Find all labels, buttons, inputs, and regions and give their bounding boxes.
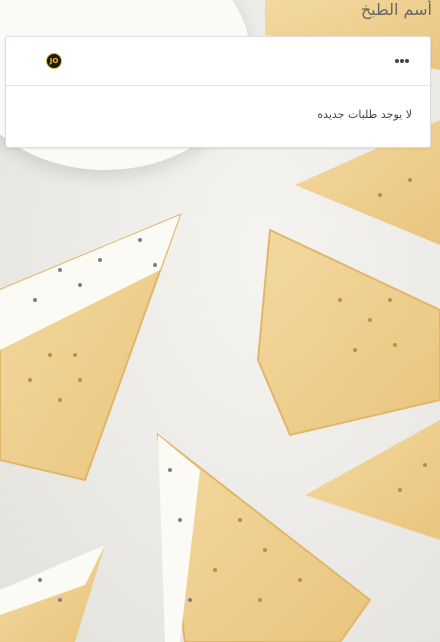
empty-orders-message: لا يوجد طلبات جديده [317,108,412,121]
card-header: JO [6,37,430,86]
more-options-button[interactable] [394,53,410,69]
app-title: أسم الطبخ [360,0,432,19]
logo-icon: JO [46,53,62,69]
orders-card: JO لا يوجد طلبات جديده [5,36,431,148]
card-body: لا يوجد طلبات جديده [6,86,430,146]
more-dots-icon [395,59,409,63]
